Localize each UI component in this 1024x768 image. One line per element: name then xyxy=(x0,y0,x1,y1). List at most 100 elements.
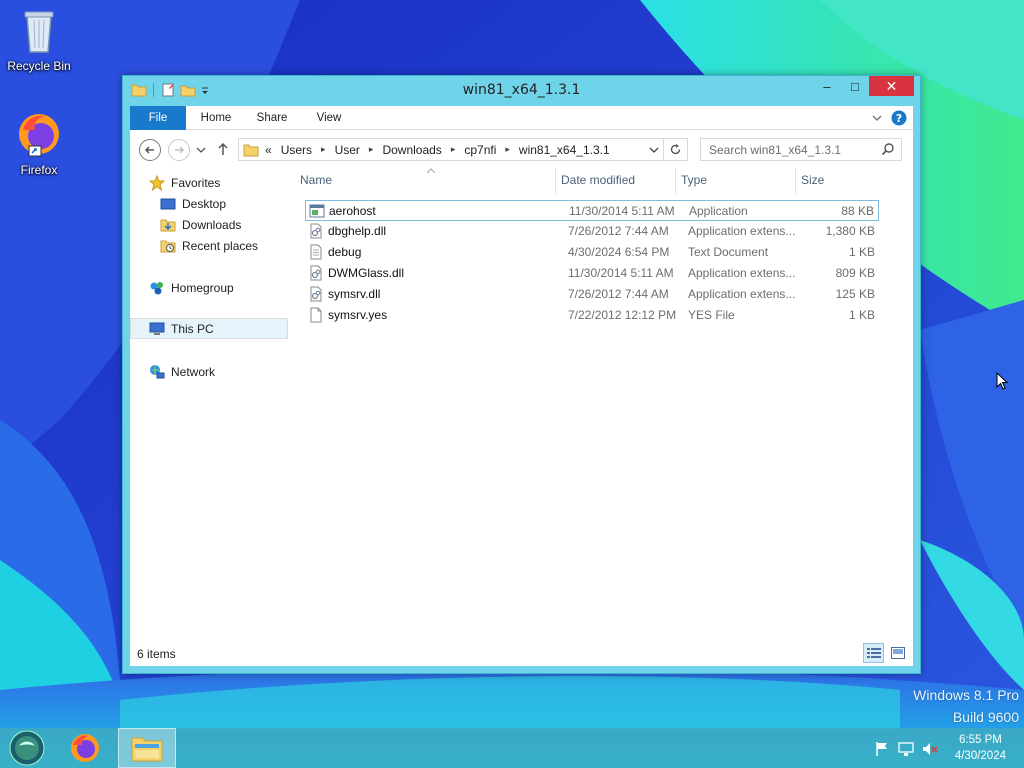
address-dropdown-icon[interactable] xyxy=(649,146,659,154)
file-explorer-icon xyxy=(131,737,163,762)
item-count: 6 items xyxy=(137,647,176,661)
maximize-button[interactable]: □ xyxy=(841,76,869,96)
chevron-right-icon[interactable]: ▸ xyxy=(321,144,326,155)
breadcrumb-user[interactable]: User xyxy=(335,143,360,157)
clock-date: 4/30/2024 xyxy=(954,750,1006,762)
nav-network[interactable]: Network xyxy=(130,361,288,382)
file-row[interactable]: aerohost 11/30/2014 5:11 AM Application 88 … xyxy=(305,200,879,221)
file-date-modified: 7/26/2012 7:44 AM xyxy=(568,224,669,238)
nav-downloads[interactable]: Downloads xyxy=(130,214,288,235)
taskbar-file-explorer[interactable] xyxy=(118,728,176,768)
action-center-flag-icon[interactable] xyxy=(874,741,890,757)
dll-icon xyxy=(308,223,324,242)
file-size: 88 KB xyxy=(841,204,874,218)
expand-ribbon-icon[interactable] xyxy=(871,112,883,124)
network-icon xyxy=(150,364,165,378)
chevron-right-icon[interactable]: ▸ xyxy=(505,144,510,155)
file-name: debug xyxy=(328,245,362,259)
dll-icon xyxy=(308,265,324,284)
caption-buttons: – □ ✕ xyxy=(813,76,914,96)
forward-button[interactable] xyxy=(168,139,190,161)
recent-locations-chevron-icon[interactable] xyxy=(196,146,206,154)
close-button[interactable]: ✕ xyxy=(869,76,914,96)
tab-file[interactable]: File xyxy=(130,106,186,130)
large-icons-view-button[interactable] xyxy=(887,643,908,663)
start-button[interactable] xyxy=(4,728,50,768)
column-header-name[interactable]: Name xyxy=(294,168,555,195)
file-name: dbghelp.dll xyxy=(328,224,387,238)
nav-recent-places[interactable]: Recent places xyxy=(130,235,288,256)
taskbar-clock[interactable]: 6:55 PM 4/30/2024 xyxy=(955,732,1006,764)
watermark-build: Build 9600 xyxy=(952,709,1019,725)
volume-muted-icon[interactable] xyxy=(922,741,938,757)
nav-homegroup[interactable]: Homegroup xyxy=(130,277,288,298)
taskbar-firefox[interactable] xyxy=(62,728,108,768)
address-overflow[interactable]: « xyxy=(265,143,272,157)
nav-desktop[interactable]: Desktop xyxy=(130,193,288,214)
tab-share[interactable]: Share xyxy=(250,106,294,130)
ribbon-right-controls: ? xyxy=(871,110,907,126)
search-placeholder: Search win81_x64_1.3.1 xyxy=(709,142,842,157)
title-bar[interactable]: win81_x64_1.3.1 – □ ✕ xyxy=(123,76,920,106)
svg-text:?: ? xyxy=(896,112,902,125)
windows-watermark: Windows 8.1 Pro Build 9600 xyxy=(913,684,1019,728)
column-header-type[interactable]: Type xyxy=(675,168,795,195)
breadcrumb-downloads[interactable]: Downloads xyxy=(382,143,441,157)
help-icon[interactable]: ? xyxy=(891,110,907,126)
file-row[interactable]: symsrv.yes 7/22/2012 12:12 PM YES File 1 KB xyxy=(305,305,879,326)
desktop-icon xyxy=(160,198,176,209)
file-row[interactable]: dbghelp.dll 7/26/2012 7:44 AM Application … xyxy=(305,221,879,242)
nav-this-pc[interactable]: This PC xyxy=(130,318,288,339)
back-button[interactable] xyxy=(139,139,161,161)
minimize-button[interactable]: – xyxy=(813,76,841,96)
search-box[interactable]: Search win81_x64_1.3.1 xyxy=(700,138,902,161)
breadcrumb-cp7nfi[interactable]: cp7nfi xyxy=(464,143,496,157)
window-title: win81_x64_1.3.1 xyxy=(462,82,581,98)
tab-home[interactable]: Home xyxy=(194,106,238,130)
file-date-modified: 4/30/2024 6:54 PM xyxy=(568,245,670,259)
taskbar: 6:55 PM 4/30/2024 xyxy=(0,728,1024,768)
computer-icon xyxy=(149,322,165,335)
search-icon[interactable] xyxy=(881,142,895,156)
recent-places-icon xyxy=(160,240,176,252)
file-type: Application extens... xyxy=(688,266,796,280)
breadcrumb-current-folder[interactable]: win81_x64_1.3.1 xyxy=(519,143,610,157)
file-row[interactable]: DWMGlass.dll 11/30/2014 5:11 AM Applicatio… xyxy=(305,263,879,284)
chevron-right-icon[interactable]: ▸ xyxy=(451,144,456,155)
file-name: symsrv.dll xyxy=(328,287,381,301)
homegroup-icon xyxy=(150,281,163,294)
nav-downloads-label: Downloads xyxy=(182,217,242,232)
address-bar[interactable]: « Users ▸ User ▸ Downloads ▸ cp7nfi ▸ wi… xyxy=(238,138,664,161)
watermark-edition: Windows 8.1 Pro xyxy=(913,687,1019,703)
details-view-icon xyxy=(866,648,881,658)
refresh-button[interactable] xyxy=(664,138,688,161)
mouse-cursor-icon xyxy=(996,372,1008,390)
explorer-window: win81_x64_1.3.1 – □ ✕ File Home Share Vi… xyxy=(122,75,921,674)
file-row[interactable]: symsrv.dll 7/26/2012 7:44 AM Application e… xyxy=(305,284,879,305)
file-list-pane: Name Date modified Type Size aerohost 11/… xyxy=(294,168,913,640)
file-type: Application xyxy=(689,204,748,218)
file-name: symsrv.yes xyxy=(328,308,388,322)
clock-time: 6:55 PM xyxy=(959,734,1002,746)
column-header-date-modified[interactable]: Date modified xyxy=(555,168,675,195)
network-status-icon[interactable] xyxy=(898,741,914,757)
breadcrumb-users[interactable]: Users xyxy=(281,143,312,157)
refresh-icon xyxy=(670,144,681,155)
file-size: 1 KB xyxy=(848,245,875,259)
details-view-button[interactable] xyxy=(863,643,884,663)
nav-favorites[interactable]: Favorites xyxy=(130,172,288,193)
firefox-icon xyxy=(71,734,99,762)
firefox-icon xyxy=(19,114,59,157)
firefox-desktop-icon[interactable]: Firefox xyxy=(1,110,77,177)
chevron-right-icon[interactable]: ▸ xyxy=(369,144,374,155)
file-row[interactable]: debug 4/30/2024 6:54 PM Text Document 1 KB xyxy=(305,242,879,263)
tab-view[interactable]: View xyxy=(310,106,348,130)
up-arrow-icon[interactable] xyxy=(216,142,230,156)
file-date-modified: 7/22/2012 12:12 PM xyxy=(568,308,677,322)
file-size: 1 KB xyxy=(848,308,875,322)
file-type: Application extens... xyxy=(688,224,796,238)
start-orb-icon xyxy=(9,730,45,766)
recycle-bin-desktop-icon[interactable]: Recycle Bin xyxy=(1,6,77,73)
column-header-size[interactable]: Size xyxy=(795,168,875,195)
recycle-bin-label: Recycle Bin xyxy=(7,59,71,73)
